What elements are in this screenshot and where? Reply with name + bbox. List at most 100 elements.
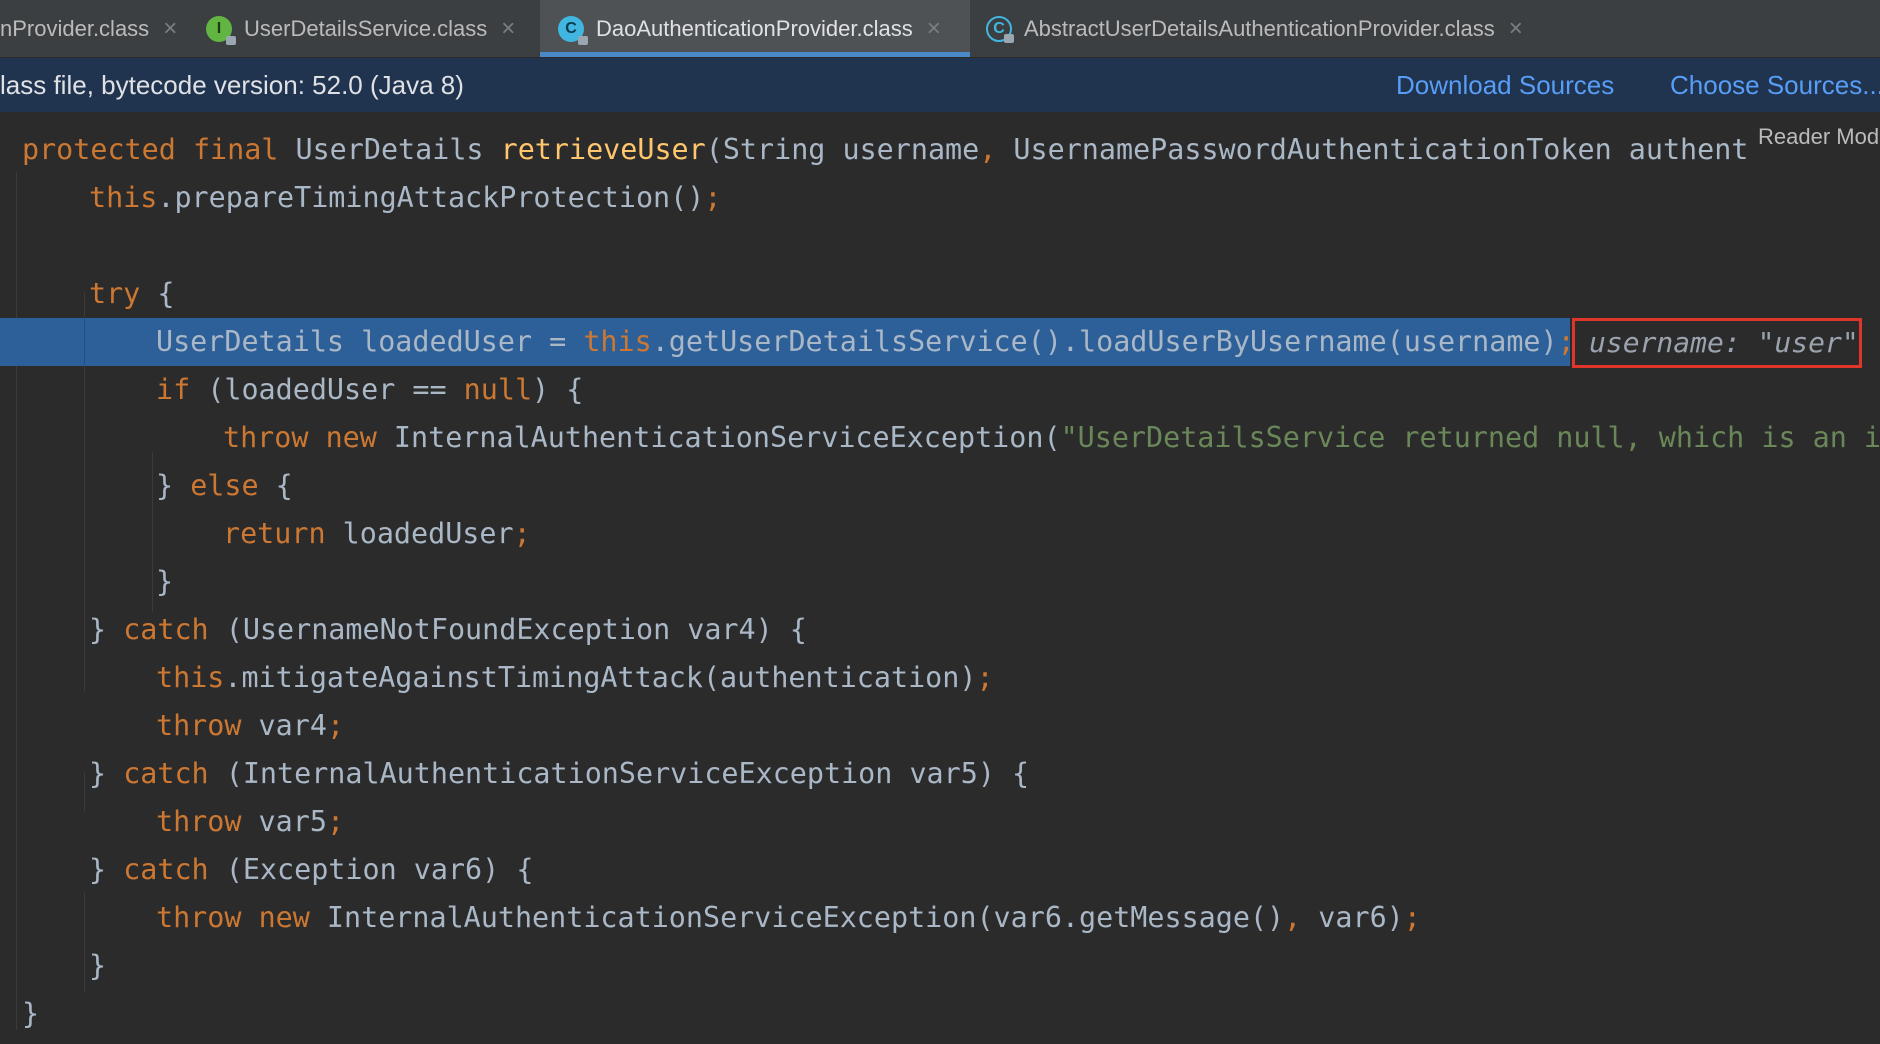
code-token: { (140, 277, 175, 310)
bytecode-version-message: lass file, bytecode version: 52.0 (Java … (0, 70, 464, 100)
code-token: ; (513, 517, 531, 550)
code-token: } (22, 997, 40, 1030)
indent-guide (152, 532, 153, 612)
code-line: throw new InternalAuthenticationServiceE… (223, 414, 1880, 462)
close-icon[interactable]: × (1509, 15, 1523, 43)
code-token: throw (156, 805, 242, 838)
code-line: } catch (Exception var6) { (89, 846, 1880, 894)
indent-guide (16, 172, 17, 1030)
code-token: ; (1403, 901, 1421, 934)
code-token: .mitigateAgainstTimingAttack(authenticat… (224, 661, 977, 694)
code-token: new (258, 901, 310, 934)
code-token: } (156, 565, 174, 598)
lock-icon (226, 35, 236, 45)
code-token: ) { (532, 373, 584, 406)
indent-guide (152, 452, 153, 532)
class-icon: C (558, 15, 588, 45)
lock-icon (1004, 33, 1014, 43)
code-token: var4 (241, 709, 327, 742)
code-token: } (156, 469, 191, 502)
code-line: UserDetails loadedUser = this.getUserDet… (156, 318, 1575, 366)
close-icon[interactable]: × (927, 15, 941, 43)
code-token: ; (976, 661, 994, 694)
choose-sources-link[interactable]: Choose Sources... (1670, 70, 1880, 101)
code-line: } catch (InternalAuthenticationServiceEx… (89, 750, 1880, 798)
reader-mode-toggle[interactable]: Reader Mod (1758, 124, 1879, 150)
code-token: UserDetails (278, 133, 501, 166)
tab-label: AbstractUserDetailsAuthenticationProvide… (1024, 15, 1495, 41)
code-token: } (89, 949, 107, 982)
code-token: (InternalAuthenticationServiceException … (208, 757, 1030, 790)
code-token: ; (326, 805, 345, 838)
tab-abstractuserdetailsauthenticationprovider-class[interactable]: C AbstractUserDetailsAuthenticationProvi… (986, 0, 1556, 57)
code-token: UserDetails loadedUser = (156, 325, 584, 358)
code-token: } (89, 757, 124, 790)
code-line: if (loadedUser == null) { (156, 366, 1880, 414)
tab-label: UserDetailsService.class (244, 15, 488, 41)
code-token: } (89, 613, 124, 646)
tab-daoauthenticationprovider-class[interactable]: C DaoAuthenticationProvider.class × (540, 0, 970, 57)
code-line: protected final UserDetails retrieveUser… (22, 126, 1880, 174)
code-line: try { (89, 270, 1880, 318)
code-token: throw (156, 901, 242, 934)
code-token: protected (22, 133, 176, 166)
code-token: } (89, 853, 124, 886)
tab-provider-class[interactable]: nProvider.class × (0, 0, 180, 57)
tab-label: nProvider.class (0, 15, 150, 41)
code-token: { (258, 469, 293, 502)
code-line: this.prepareTimingAttackProtection(); (89, 174, 1880, 222)
code-token: var5 (241, 805, 327, 838)
indent-guide (84, 772, 85, 812)
code-line: } catch (UsernameNotFoundException var4)… (89, 606, 1880, 654)
lock-icon (578, 35, 588, 45)
code-token: .prepareTimingAttackProtection() (157, 181, 705, 214)
code-token: new (325, 421, 377, 454)
code-token: (UsernameNotFoundException var4) { (208, 613, 807, 646)
code-line: } (89, 942, 1880, 990)
code-token: try (89, 277, 141, 310)
close-icon[interactable]: × (501, 15, 515, 43)
download-sources-link[interactable]: Download Sources (1396, 70, 1614, 101)
code-token: catch (123, 757, 209, 790)
code-token: UsernamePasswordAuthenticationToken auth… (996, 133, 1749, 166)
code-token: final (192, 133, 279, 166)
code-token: "UserDetailsService returned null, which… (1060, 421, 1880, 454)
decompiled-class-banner: lass file, bytecode version: 52.0 (Java … (0, 58, 1880, 112)
code-token: , (979, 133, 997, 166)
code-token: this (583, 325, 652, 358)
code-token: catch (123, 853, 209, 886)
interface-icon: I (206, 15, 236, 45)
code-token: retrieveUser (500, 133, 706, 166)
code-line: } (22, 990, 1880, 1038)
indent-guide (84, 892, 85, 992)
code-token: (String username (705, 133, 980, 166)
code-token: var6) (1301, 901, 1404, 934)
code-token: this (156, 661, 225, 694)
indent-guide (84, 318, 85, 366)
code-line: } else { (156, 462, 1880, 510)
code-token: (Exception var6) { (208, 853, 534, 886)
code-token: ; (704, 181, 722, 214)
code-token: .getUserDetailsService().loadUserByUsern… (651, 325, 1558, 358)
code-token: InternalAuthenticationServiceException(v… (309, 901, 1285, 934)
code-token: , (1284, 901, 1302, 934)
debugger-inline-value: username: "user" (1572, 318, 1862, 368)
code-token: throw (223, 421, 309, 454)
code-line: return loadedUser; (223, 510, 1880, 558)
code-token: InternalAuthenticationServiceException( (376, 421, 1061, 454)
code-token: null (463, 373, 533, 406)
code-token: ; (326, 709, 345, 742)
abstract-class-icon: C (986, 15, 1014, 43)
code-line: } (156, 558, 1880, 606)
close-icon[interactable]: × (163, 15, 177, 43)
code-token: this (89, 181, 158, 214)
code-token: return (223, 517, 326, 550)
tab-userdetailsservice-class[interactable]: I UserDetailsService.class × (206, 0, 526, 57)
code-token: throw (156, 709, 242, 742)
code-line: throw var4; (156, 702, 1880, 750)
code-token: catch (123, 613, 209, 646)
code-token: if (156, 373, 191, 406)
